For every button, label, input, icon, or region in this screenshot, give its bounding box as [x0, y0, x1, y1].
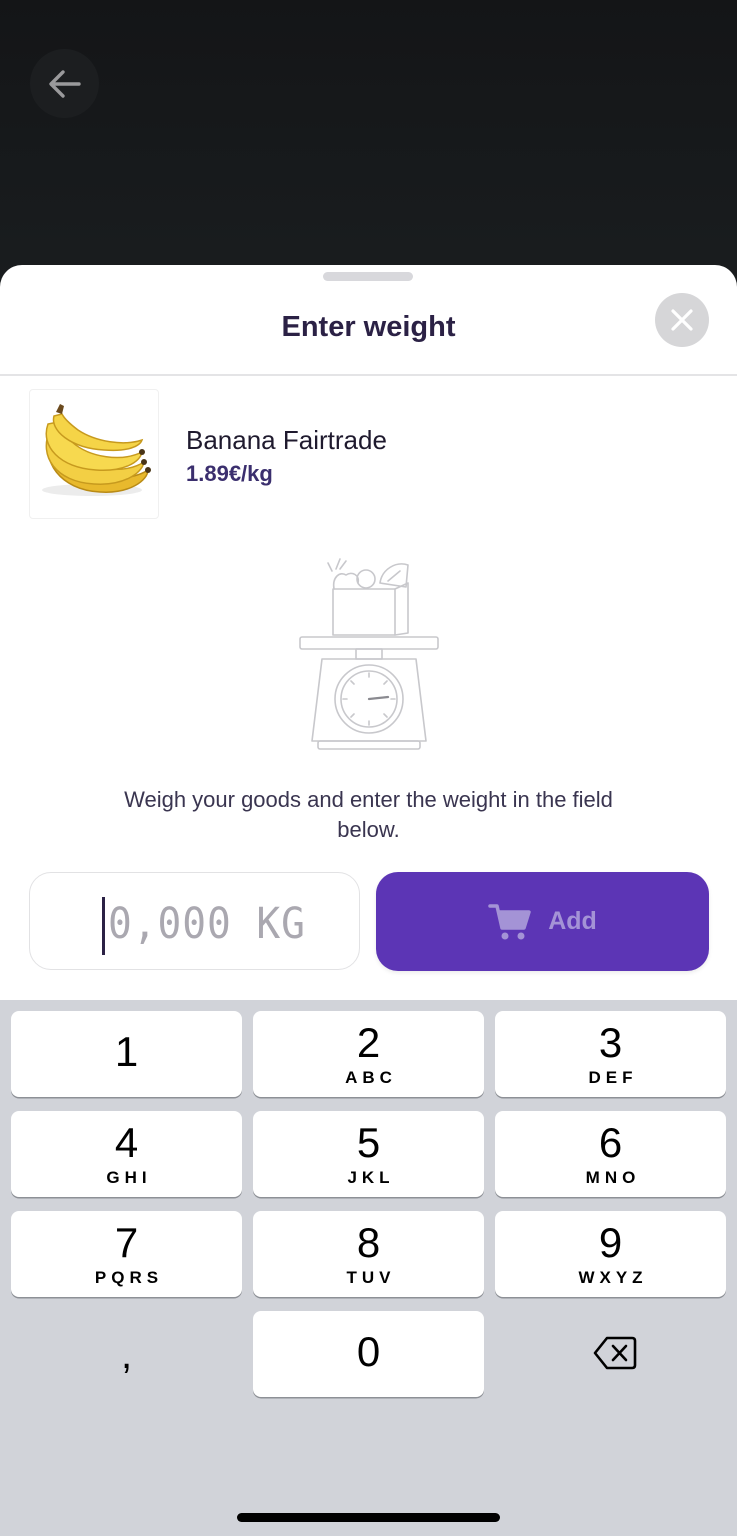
key-letters: WXYZ [578, 1268, 648, 1287]
key-digit: 3 [598, 1019, 623, 1066]
key-letters: ABC [345, 1068, 397, 1087]
key-digit: 1 [114, 1028, 139, 1075]
key-7[interactable]: 7 PQRS [11, 1211, 242, 1297]
key-4[interactable]: 4 GHI [11, 1111, 242, 1197]
kitchen-scale-icon [299, 558, 439, 750]
close-button[interactable] [655, 293, 709, 347]
close-icon [671, 309, 693, 331]
add-button-label: Add [548, 907, 597, 935]
delete-key[interactable] [495, 1311, 726, 1397]
key-2[interactable]: 2 ABC [253, 1011, 484, 1097]
key-digit: 5 [356, 1119, 381, 1166]
key-letters: JKL [347, 1168, 395, 1187]
weight-input[interactable]: 0,000 KG [29, 872, 360, 970]
add-to-cart-button[interactable]: Add [376, 872, 709, 971]
key-8[interactable]: 8 TUV [253, 1211, 484, 1297]
home-indicator [237, 1513, 500, 1522]
key-digit: 6 [598, 1119, 623, 1166]
key-digit: 8 [356, 1219, 381, 1266]
key-0[interactable]: 0 [253, 1311, 484, 1397]
comma-label: , [120, 1333, 133, 1377]
key-letters: GHI [106, 1168, 152, 1187]
weight-sheet: Enter weight Banana Fairtrade 1.89€/kg W… [0, 265, 737, 1000]
key-letters: MNO [585, 1168, 641, 1187]
key-digit: 9 [598, 1219, 623, 1266]
key-digit: 2 [356, 1019, 381, 1066]
key-digit: 4 [114, 1119, 139, 1166]
key-3[interactable]: 3 DEF [495, 1011, 726, 1097]
product-price: 1.89€/kg [186, 461, 273, 486]
backspace-icon [593, 1336, 637, 1370]
back-button[interactable] [30, 49, 99, 118]
numeric-keypad: 1 2 ABC 3 DEF 4 GHI 5 JKL 6 MNO 7 PQRS 8… [0, 1000, 737, 1536]
key-9[interactable]: 9 WXYZ [495, 1211, 726, 1297]
key-letters: TUV [346, 1268, 396, 1287]
key-1[interactable]: 1 [11, 1011, 242, 1097]
product-name: Banana Fairtrade [186, 425, 387, 455]
sheet-drag-handle[interactable] [323, 272, 413, 281]
key-digit: 7 [114, 1219, 139, 1266]
instruction-text: Weigh your goods and enter the weight in… [124, 787, 613, 842]
key-6[interactable]: 6 MNO [495, 1111, 726, 1197]
sheet-title: Enter weight [281, 311, 456, 343]
key-decimal-comma[interactable]: , [11, 1311, 242, 1397]
camera-background [0, 0, 737, 290]
key-letters: DEF [588, 1068, 638, 1087]
banana-image [42, 404, 151, 496]
key-digit: 0 [356, 1328, 381, 1375]
product-image [29, 389, 159, 519]
weight-placeholder: 0,000 KG [108, 899, 306, 949]
arrow-left-icon [48, 69, 81, 98]
key-letters: PQRS [94, 1268, 164, 1287]
header-divider [0, 374, 737, 376]
cart-icon [488, 903, 531, 939]
text-caret [102, 897, 105, 955]
key-5[interactable]: 5 JKL [253, 1111, 484, 1197]
